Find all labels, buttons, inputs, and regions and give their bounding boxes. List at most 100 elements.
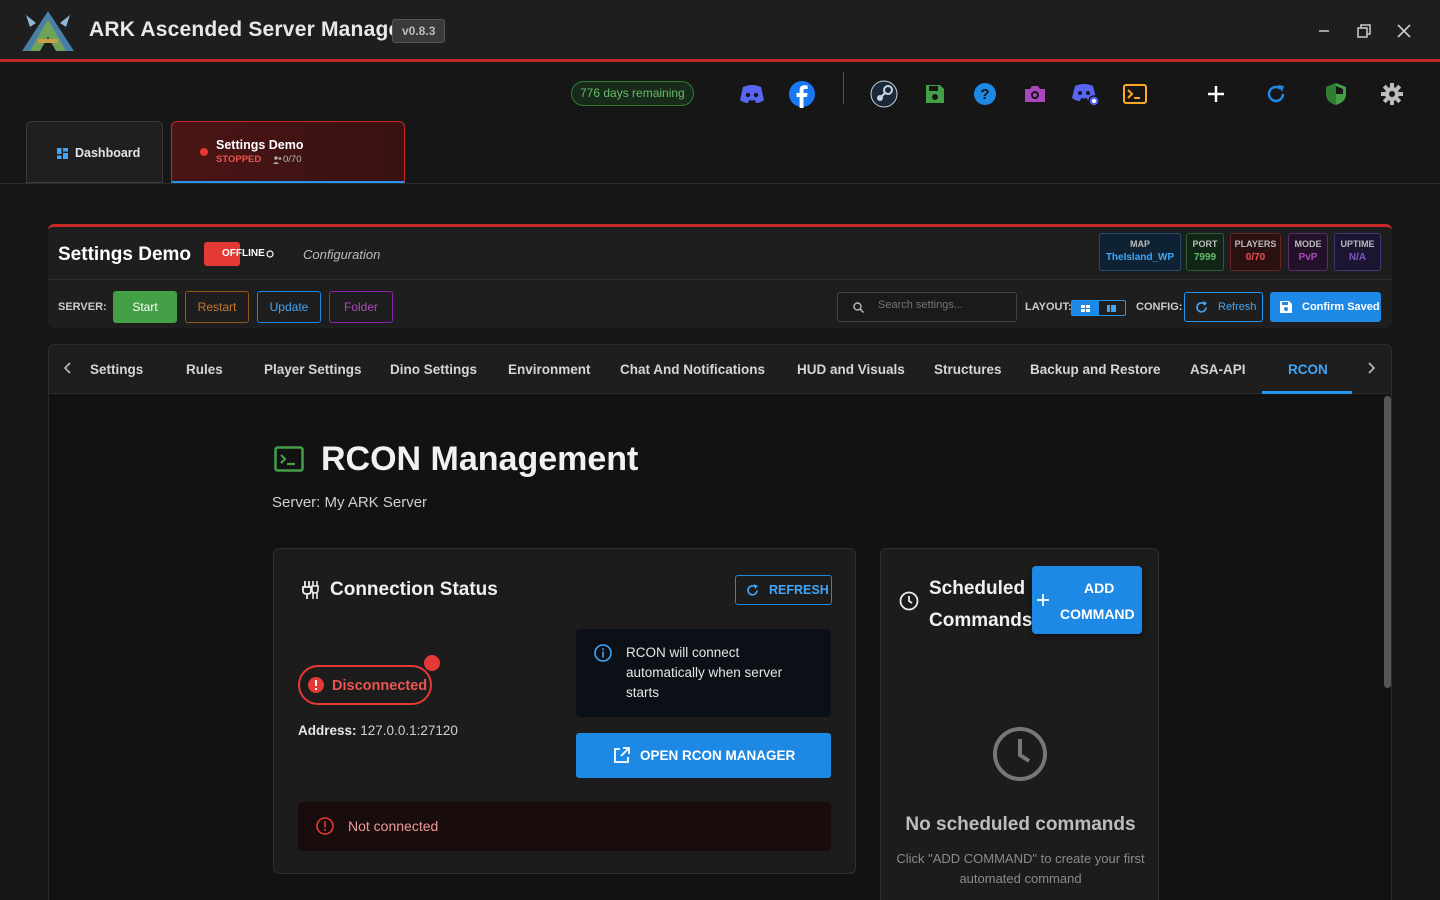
title-bar: ARK Ascended Server Manager v0.8.3 (0, 0, 1440, 62)
save-button[interactable] (920, 79, 950, 109)
refresh-icon (1196, 301, 1207, 313)
tab-hud-visuals[interactable]: HUD and Visuals (797, 362, 905, 377)
chevron-right-icon[interactable] (1367, 361, 1376, 377)
layout-label: LAYOUT: (1025, 301, 1072, 313)
camera-icon (1025, 86, 1045, 102)
error-icon (308, 677, 324, 693)
folder-button[interactable]: Folder (329, 291, 393, 323)
connection-status-title: Connection Status (330, 579, 498, 600)
discord-button[interactable] (737, 79, 767, 109)
security-button[interactable] (1321, 79, 1351, 109)
discord-icon (740, 85, 764, 103)
add-server-button[interactable] (1201, 79, 1231, 109)
start-button[interactable]: Start (113, 291, 177, 323)
license-days-badge: 776 days remaining (571, 81, 694, 106)
active-tab-indicator (1262, 391, 1352, 394)
tab-structures[interactable]: Structures (934, 362, 1002, 377)
refresh-icon (1267, 85, 1285, 103)
help-icon: ? (974, 83, 996, 105)
refresh-button[interactable]: REFRESH (735, 575, 832, 605)
screenshot-button[interactable] (1020, 79, 1050, 109)
console-button[interactable] (1120, 79, 1150, 109)
restart-button[interactable]: Restart (185, 291, 249, 323)
tab-rcon[interactable]: RCON (1288, 362, 1328, 377)
version-badge: v0.8.3 (392, 19, 446, 43)
tab-backup-restore[interactable]: Backup and Restore (1030, 362, 1161, 377)
svg-text:?: ? (980, 86, 989, 103)
steam-button[interactable] (869, 79, 899, 109)
settings-search[interactable] (837, 292, 1017, 322)
clock-icon (993, 727, 1047, 781)
save-icon (926, 85, 944, 103)
info-message: RCON will connect automatically when ser… (576, 629, 831, 717)
server-header-panel: Settings Demo OFFLINE Configuration MAP T… (48, 224, 1392, 328)
add-command-button[interactable]: ADD COMMAND (1032, 566, 1142, 634)
add-icon (1208, 86, 1224, 102)
tab-player-settings[interactable]: Player Settings (264, 362, 362, 377)
toolbar-divider (843, 72, 844, 104)
server-address: Address: 127.0.0.1:27120 (298, 723, 458, 738)
config-label: CONFIG: (1136, 301, 1183, 313)
page-title: RCON Management (321, 440, 639, 478)
search-input[interactable] (878, 299, 1008, 311)
facebook-icon (789, 81, 815, 108)
status-badge: OFFLINE (204, 242, 274, 266)
grid-icon (1080, 304, 1090, 312)
facebook-button[interactable] (787, 79, 817, 109)
chevron-left-icon[interactable] (63, 361, 72, 377)
help-button[interactable]: ? (970, 79, 1000, 109)
tab-rules[interactable]: Rules (186, 362, 223, 377)
scheduled-commands-title: Scheduled Commands (929, 578, 1033, 631)
settings-button[interactable] (1377, 79, 1407, 109)
server-controls-label: SERVER: (58, 301, 107, 313)
confirm-saved-button[interactable]: Confirm Saved (1270, 292, 1381, 322)
empty-state-subtitle: Click "ADD COMMAND" to create your first… (896, 851, 1145, 886)
add-icon (1037, 594, 1049, 606)
stat-uptime: UPTIME N/A (1334, 233, 1381, 271)
refresh-all-button[interactable] (1261, 79, 1291, 109)
tab-dino-settings[interactable]: Dino Settings (390, 362, 477, 377)
open-rcon-manager-button[interactable]: OPEN RCON MANAGER (576, 733, 831, 778)
settings-tab-bar: Settings Rules Player Settings Dino Sett… (49, 345, 1391, 394)
restore-icon (1357, 24, 1371, 38)
stat-players: PLAYERS 0/70 (1230, 233, 1281, 271)
close-button[interactable] (1389, 16, 1419, 46)
alert-icon (316, 817, 334, 835)
tab-settings[interactable]: Settings (90, 362, 143, 377)
restore-button[interactable] (1349, 16, 1379, 46)
layout-toggle[interactable] (1071, 300, 1126, 316)
discord-bot-button[interactable] (1071, 79, 1101, 109)
stat-map: MAP TheIsland_WP (1099, 233, 1181, 271)
tab-server-name: Settings Demo (216, 138, 304, 152)
tab-server-status: STOPPED (216, 154, 262, 165)
layout-split-option[interactable] (1099, 301, 1126, 315)
minimize-icon (1319, 30, 1329, 32)
scrollbar-thumb[interactable] (1384, 396, 1391, 688)
update-button[interactable]: Update (257, 291, 321, 323)
refresh-icon (747, 584, 758, 596)
server-name-label: Server: My ARK Server (272, 494, 428, 511)
stat-mode: MODE PvP (1288, 233, 1328, 271)
tab-server-settings-demo[interactable]: Settings Demo STOPPED 0/70 (171, 121, 405, 183)
external-link-icon (614, 747, 630, 763)
info-icon (594, 644, 612, 662)
save-icon (1280, 301, 1292, 313)
tab-divider (0, 183, 1440, 184)
stat-port: PORT 7999 (1186, 233, 1224, 271)
layout-grid-option[interactable] (1072, 301, 1099, 315)
tab-environment[interactable]: Environment (508, 362, 591, 377)
plug-icon (302, 581, 319, 599)
clock-icon (899, 591, 919, 611)
config-refresh-button[interactable]: Refresh (1184, 292, 1263, 322)
discord-bot-icon (1072, 84, 1100, 106)
tab-dashboard[interactable]: Dashboard (26, 121, 163, 183)
close-icon (1397, 24, 1411, 38)
tab-asa-api[interactable]: ASA-API (1190, 362, 1246, 377)
split-icon (1107, 304, 1117, 312)
tab-chat-notifications[interactable]: Chat And Notifications (620, 362, 765, 377)
panel-divider (48, 279, 1392, 280)
minimize-button[interactable] (1309, 16, 1339, 46)
terminal-icon (274, 446, 304, 472)
app-logo-icon (18, 9, 78, 53)
connection-status-chip: Disconnected (298, 665, 432, 705)
